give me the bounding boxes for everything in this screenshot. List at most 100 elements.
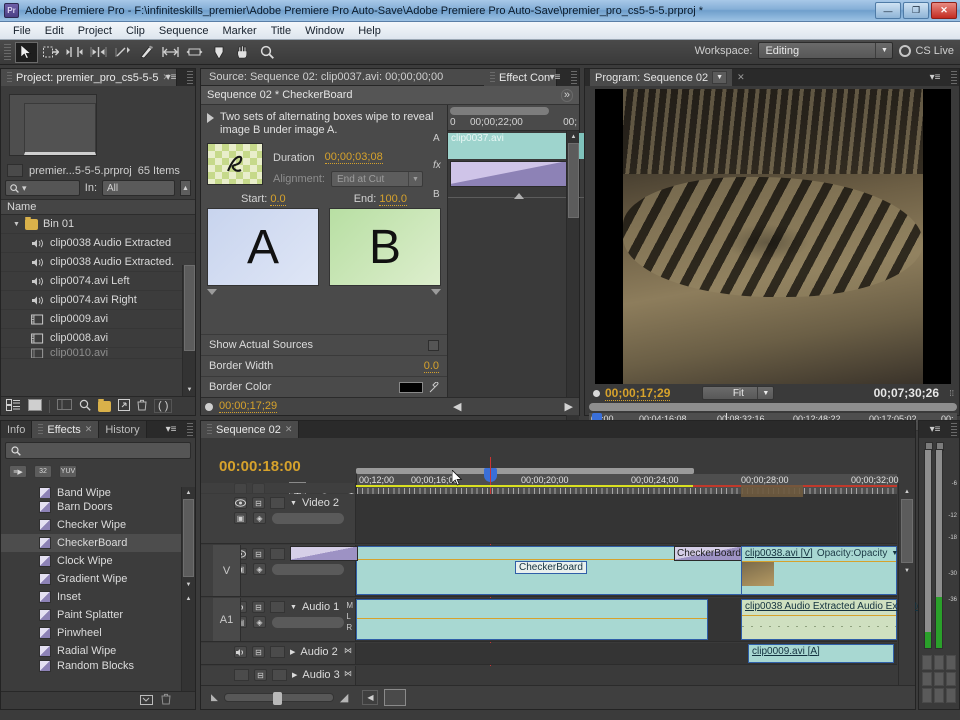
menu-title[interactable]: Title — [264, 24, 298, 38]
speaker-icon[interactable] — [234, 646, 247, 658]
meter-grid-button[interactable] — [946, 671, 956, 687]
menu-edit[interactable]: Edit — [38, 24, 71, 38]
effects-search-input[interactable] — [5, 442, 191, 459]
project-scrollbar[interactable]: ▼ — [182, 265, 195, 396]
selection-tool-icon[interactable] — [15, 41, 38, 63]
meter-grid-button[interactable] — [934, 671, 944, 687]
list-item[interactable]: Radial Wipe — [1, 642, 181, 660]
track-body-video-2[interactable] — [356, 485, 897, 544]
close-icon[interactable]: ✕ — [85, 424, 93, 435]
project-column-header[interactable]: Name — [1, 199, 195, 215]
search-input[interactable]: ▾ — [5, 180, 80, 196]
show-keyframes-icon[interactable]: ◈ — [253, 563, 266, 575]
list-item[interactable]: Clock Wipe — [1, 552, 181, 570]
meter-grid-button[interactable] — [934, 655, 944, 670]
scroll-down-button[interactable]: ▼ — [184, 384, 195, 396]
program-current-time[interactable]: 00;00;17;29 — [605, 386, 671, 401]
effect-timecode[interactable]: 00;00;17;29 — [219, 400, 278, 413]
keyframe-icon[interactable] — [205, 402, 213, 411]
toggle-track-lock[interactable] — [272, 669, 287, 681]
minimize-button[interactable]: — — [875, 2, 901, 19]
track-keyframe-bar[interactable] — [272, 563, 344, 575]
effect-timeline-scrollbar[interactable]: ▲ ▼ — [566, 131, 579, 441]
workspace-select[interactable]: Editing ▼ — [758, 42, 894, 59]
toggle-track-lock[interactable] — [270, 497, 285, 509]
pen-tool-icon[interactable] — [207, 42, 230, 63]
meter-grid-button[interactable] — [946, 655, 956, 670]
panel-grip-icon[interactable] — [951, 71, 957, 84]
scroll-page-button[interactable]: ▲ — [183, 593, 194, 604]
close-button[interactable]: ✕ — [931, 2, 957, 19]
meter-grid-button[interactable] — [934, 688, 944, 703]
new-bin-icon[interactable] — [98, 398, 111, 412]
track-keyframe-bar[interactable] — [272, 512, 344, 524]
rate-stretch-tool-icon[interactable] — [111, 42, 134, 63]
menu-marker[interactable]: Marker — [215, 24, 263, 38]
timeline-transition-left-partial[interactable] — [290, 546, 358, 561]
expand-icon[interactable]: » — [560, 88, 573, 102]
track-body-video-1[interactable]: CheckerBoard clip0038.avi [V] Opacity:Op… — [290, 545, 898, 597]
chevron-down-icon[interactable]: ▼ — [712, 71, 728, 84]
preview-image-a[interactable]: A — [207, 208, 319, 286]
timeline-clip-audio1-a[interactable] — [356, 599, 708, 640]
list-view-icon[interactable] — [6, 398, 21, 414]
toggle-sync-lock-icon[interactable]: ⊟ — [252, 548, 265, 560]
tab-effects[interactable]: Effects ✕ — [32, 421, 100, 438]
panel-grip-icon[interactable] — [571, 71, 577, 84]
accelerated-effect-icon[interactable]: ≡▶ — [9, 465, 27, 478]
list-item[interactable]: clip0074.avi Left — [1, 272, 195, 291]
toggle-sync-lock-icon[interactable]: ⊟ — [252, 497, 265, 509]
razor-tool-icon[interactable] — [135, 42, 158, 63]
border-color-swatch[interactable] — [399, 381, 423, 393]
duration-mode-icon[interactable]: ⁞⁞ — [950, 389, 954, 398]
panel-grip-icon[interactable] — [187, 423, 193, 436]
panel-menu-icon[interactable]: ▾≡ — [163, 71, 179, 84]
meter-grid-button[interactable] — [922, 655, 932, 670]
tab-project[interactable]: Project: premier_pro_cs5-5-5 ✕ — [1, 69, 177, 86]
effect-timeline-ruler[interactable]: 0 00;00;22;00 00; — [448, 105, 579, 131]
panel-menu-icon[interactable]: ▾≡ — [927, 71, 943, 84]
next-keyframe-button[interactable]: ▶ — [565, 400, 573, 413]
set-display-style-icon[interactable]: ▣ — [234, 512, 247, 524]
list-item[interactable]: Checker Wipe — [1, 516, 181, 534]
zoom-out-icon[interactable]: ◣ — [211, 692, 218, 703]
border-width-value[interactable]: 0.0 — [423, 360, 439, 373]
menu-help[interactable]: Help — [351, 24, 388, 38]
zoom-in-icon[interactable]: ◢ — [340, 691, 348, 704]
prev-keyframe-button[interactable]: ◀ — [453, 400, 461, 413]
show-actual-sources-checkbox[interactable] — [428, 339, 439, 351]
panel-grip-icon[interactable] — [187, 71, 193, 84]
effects-scrollbar[interactable]: ▲ ▼ ▲ — [181, 487, 195, 691]
source-clip-block[interactable]: clip0037.avi — [448, 133, 576, 159]
volume-rubberband[interactable] — [742, 615, 896, 616]
volume-rubberband[interactable] — [357, 618, 707, 619]
list-item[interactable]: Pinwheel — [1, 624, 181, 642]
timeline-zoom-slider[interactable] — [223, 692, 334, 705]
scroll-up-button[interactable]: ▲ — [568, 131, 579, 142]
timeline-vertical-scrollbar[interactable]: ▲ ▼ — [898, 483, 915, 685]
list-item[interactable]: clip0038 Audio Extracted. — [1, 253, 195, 272]
toggle-track-lock[interactable] — [270, 601, 285, 613]
track-collapse-icon[interactable]: ⋈ — [344, 646, 352, 655]
restore-button[interactable]: ❐ — [903, 2, 929, 19]
list-item[interactable]: Paint Splatter — [1, 606, 181, 624]
tab-sequence-02[interactable]: Sequence 02 ✕ — [201, 421, 300, 438]
scrollbar-thumb[interactable] — [183, 499, 194, 577]
toggle-track-lock[interactable] — [270, 646, 285, 658]
zoom-level-select[interactable]: Fit ▼ — [702, 386, 775, 400]
in-filter-select[interactable]: All — [102, 180, 175, 196]
close-icon[interactable]: ✕ — [737, 72, 745, 83]
start-value[interactable]: 0.0 — [270, 193, 286, 206]
eye-icon[interactable] — [234, 497, 247, 509]
scroll-up-button[interactable]: ▲ — [901, 486, 913, 497]
program-video-view[interactable] — [595, 89, 951, 384]
disclosure-triangle-icon[interactable]: ▶ — [290, 648, 295, 656]
program-zoom-scrollbar[interactable] — [589, 403, 957, 411]
list-item[interactable]: Gradient Wipe — [1, 570, 181, 588]
toggle-track-lock[interactable] — [270, 548, 285, 560]
list-item[interactable]: Random Blocks — [1, 660, 181, 672]
scroll-up-button[interactable]: ▲ — [179, 180, 191, 196]
new-item-icon[interactable] — [118, 398, 130, 414]
inout-icon[interactable]: ( ) — [154, 399, 173, 413]
disclosure-triangle-icon[interactable]: ▼ — [290, 500, 297, 507]
